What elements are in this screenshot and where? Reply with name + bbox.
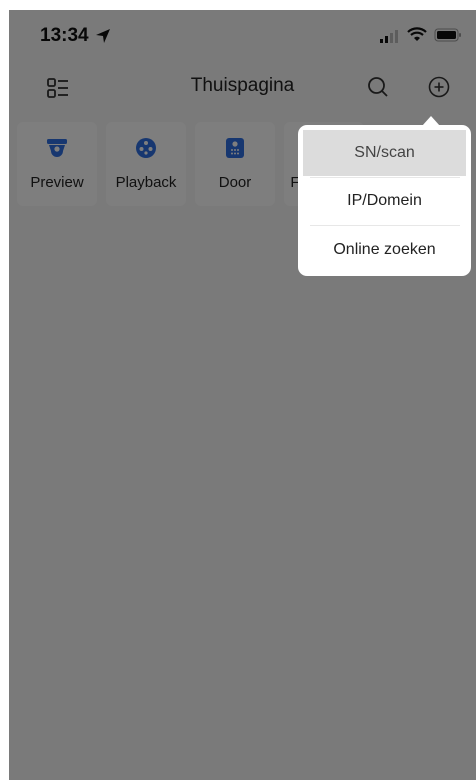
phone-screen: 13:34 Thuispagina	[9, 10, 476, 780]
menu-item-sn-scan[interactable]: SN/scan	[303, 130, 466, 176]
menu-item-online-search[interactable]: Online zoeken	[303, 227, 466, 273]
dropdown-caret	[422, 116, 440, 126]
add-device-dropdown: SN/scan IP/Domein Online zoeken	[298, 116, 471, 276]
menu-divider	[310, 225, 460, 226]
menu-item-ip-domain[interactable]: IP/Domein	[303, 178, 466, 224]
